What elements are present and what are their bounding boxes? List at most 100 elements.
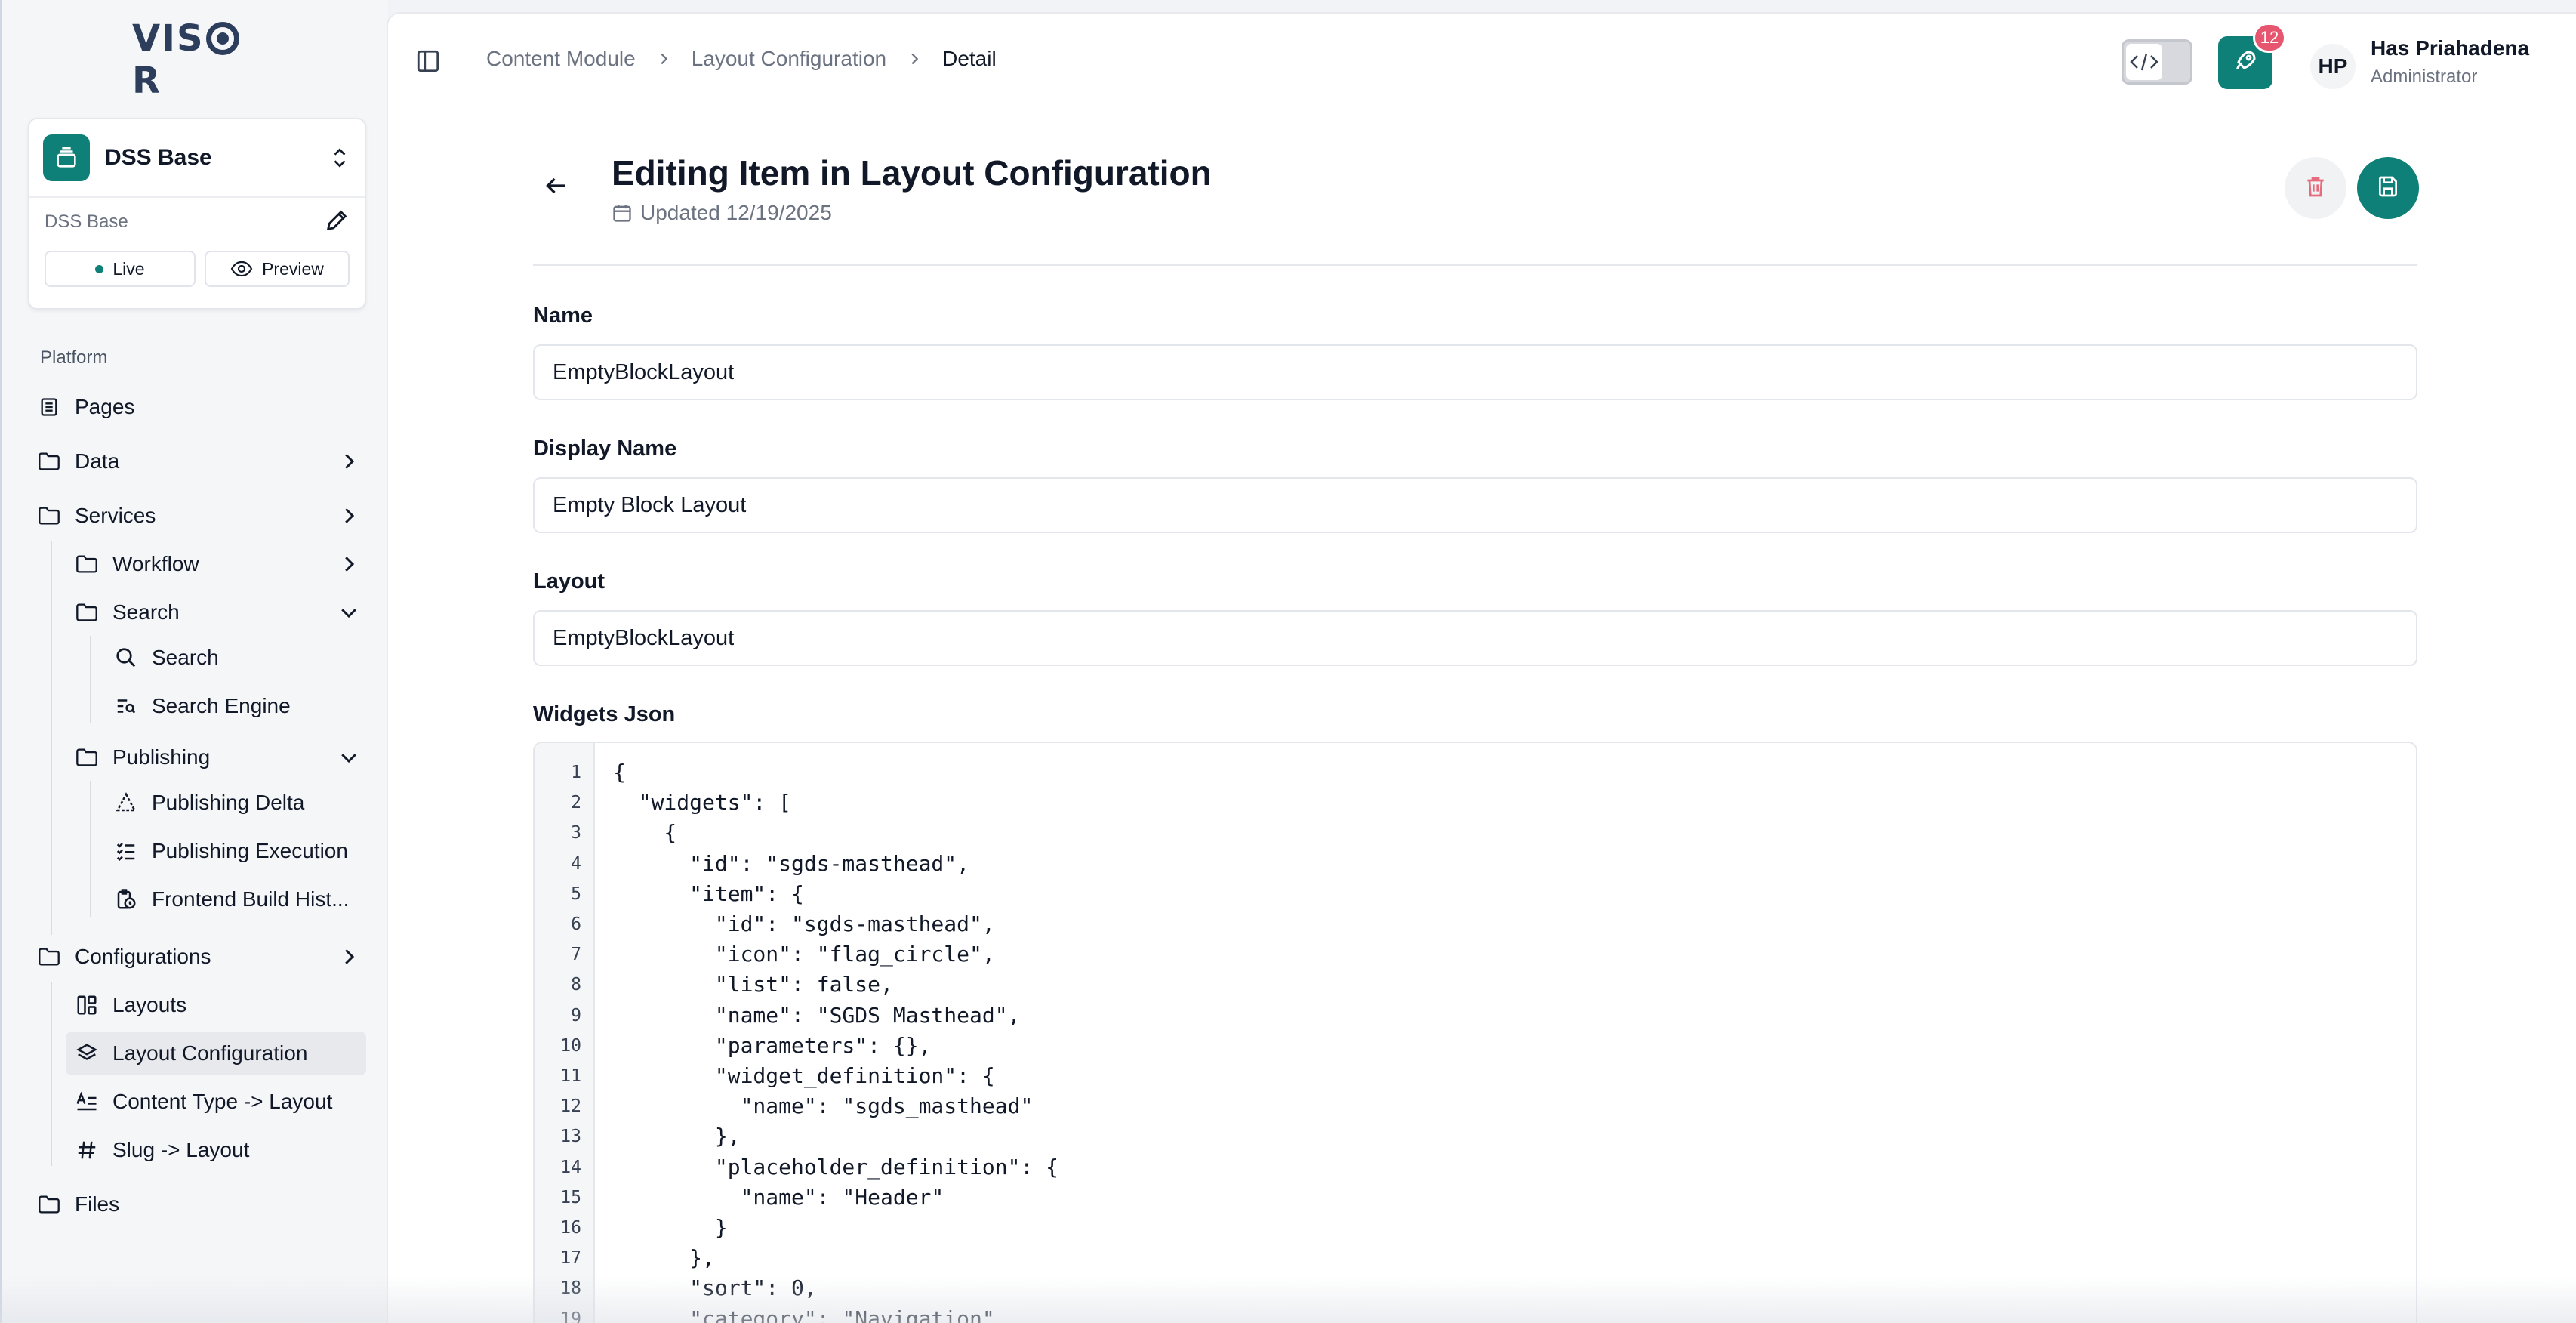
line-number: 2 bbox=[571, 793, 581, 813]
calendar-icon bbox=[612, 202, 633, 224]
code-line: "category": "Navigation", bbox=[613, 1306, 1008, 1323]
section-label-platform: Platform bbox=[40, 347, 108, 368]
display-name-input[interactable]: Empty Block Layout bbox=[533, 477, 2417, 533]
back-arrow-icon[interactable] bbox=[542, 172, 572, 202]
tree-line bbox=[90, 636, 91, 723]
top-bar: Content Module Layout Configuration Deta… bbox=[388, 14, 2576, 110]
chevron-down-icon bbox=[341, 754, 356, 763]
chevron-right-icon bbox=[903, 48, 926, 70]
rocket-icon bbox=[2232, 48, 2259, 79]
sidebar-item-label: Search bbox=[112, 600, 180, 624]
sidebar-item-layouts[interactable]: Layouts bbox=[75, 983, 369, 1027]
tree-line bbox=[90, 781, 91, 917]
code-view-toggle[interactable] bbox=[2122, 39, 2192, 85]
folder-icon bbox=[75, 745, 99, 769]
sidebar-item-publishing-delta[interactable]: Publishing Delta bbox=[114, 781, 369, 825]
sidebar-item-search[interactable]: Search bbox=[114, 636, 369, 680]
sidebar-item-label: Data bbox=[75, 449, 120, 473]
line-number: 15 bbox=[560, 1187, 581, 1207]
sidebar-item-services[interactable]: Services bbox=[37, 494, 369, 538]
sidebar-item-label: Layout Configuration bbox=[112, 1041, 308, 1065]
code-line: "name": "SGDS Masthead", bbox=[613, 1002, 1021, 1028]
sidebar-item-slug-layout[interactable]: Slug -> Layout bbox=[75, 1128, 369, 1172]
user-name[interactable]: Has Priahadena bbox=[2371, 36, 2529, 60]
sidebar-item-configurations[interactable]: Configurations bbox=[37, 935, 369, 979]
line-number: 4 bbox=[571, 853, 581, 874]
save-icon bbox=[2376, 174, 2400, 202]
name-input[interactable]: EmptyBlockLayout bbox=[533, 344, 2417, 400]
tree-line bbox=[51, 982, 52, 1166]
save-button[interactable] bbox=[2357, 157, 2419, 219]
sidebar-item-search-engine[interactable]: Search Engine bbox=[114, 684, 369, 728]
sidebar-item-label: Content Type -> Layout bbox=[112, 1090, 333, 1113]
code-line: "widget_definition": { bbox=[613, 1063, 995, 1088]
widgets-json-label: Widgets Json bbox=[533, 702, 676, 726]
site-switcher[interactable]: DSS Base bbox=[29, 119, 365, 198]
sidebar-item-publishing-execution[interactable]: Publishing Execution bbox=[114, 829, 369, 873]
user-role: Administrator bbox=[2371, 66, 2478, 87]
code-line: "placeholder_definition": { bbox=[613, 1154, 1059, 1180]
chevron-right-icon bbox=[652, 48, 675, 70]
avatar[interactable]: HP bbox=[2310, 44, 2356, 89]
visor-logo[interactable]: VISR bbox=[132, 17, 265, 102]
sidebar-item-content-type-layout[interactable]: Content Type -> Layout bbox=[75, 1080, 369, 1124]
display-name-label: Display Name bbox=[533, 436, 677, 461]
sidebar-item-publishing[interactable]: Publishing bbox=[75, 736, 369, 779]
line-number: 6 bbox=[571, 914, 581, 934]
sidebar-item-label: Slug -> Layout bbox=[112, 1138, 250, 1161]
sidebar-toggle-icon[interactable] bbox=[415, 48, 442, 76]
delete-button[interactable] bbox=[2285, 157, 2346, 219]
edit-pencil-icon[interactable] bbox=[324, 208, 350, 237]
line-number: 10 bbox=[560, 1035, 581, 1056]
divider bbox=[533, 264, 2417, 266]
folder-icon bbox=[37, 504, 61, 528]
page-title: Editing Item in Layout Configuration bbox=[612, 153, 1212, 193]
preview-button[interactable]: Preview bbox=[205, 251, 350, 287]
breadcrumb-detail: Detail bbox=[942, 47, 997, 70]
code-line: "id": "sgds-masthead", bbox=[613, 850, 970, 876]
breadcrumb-layout-configuration[interactable]: Layout Configuration bbox=[692, 47, 886, 71]
code-line: "icon": "flag_circle", bbox=[613, 942, 995, 967]
live-dot-icon bbox=[95, 264, 104, 273]
sidebar-item-label: Services bbox=[75, 504, 156, 527]
code-line: { bbox=[613, 760, 626, 785]
breadcrumb: Content Module Layout Configuration Deta… bbox=[486, 47, 997, 71]
sidebar-item-files[interactable]: Files bbox=[37, 1183, 369, 1226]
chevron-right-icon bbox=[345, 508, 355, 523]
layout-label: Layout bbox=[533, 569, 605, 594]
code-line: "id": "sgds-masthead", bbox=[613, 911, 995, 936]
sidebar-item-label: Publishing Delta bbox=[152, 791, 305, 814]
code-line: "name": "sgds_masthead" bbox=[613, 1093, 1034, 1119]
code-line: { bbox=[613, 820, 677, 846]
pages-icon bbox=[37, 395, 61, 419]
sidebar: VISR DSS Base DSS Base Live Preview Plat… bbox=[0, 0, 388, 1323]
sidebar-item-frontend-build-history[interactable]: Frontend Build Hist... bbox=[114, 877, 369, 921]
breadcrumb-content-module[interactable]: Content Module bbox=[486, 47, 636, 71]
sidebar-item-search-group[interactable]: Search bbox=[75, 591, 369, 634]
line-number: 14 bbox=[560, 1157, 581, 1177]
chevron-down-icon bbox=[341, 609, 356, 618]
live-button[interactable]: Live bbox=[45, 251, 196, 287]
line-number-gutter: 1 2 3 4 5 6 7 8 9 10 11 12 13 14 15 16 17 18 19 bbox=[535, 743, 595, 1323]
line-number: 3 bbox=[571, 823, 581, 843]
sidebar-item-label: Search Engine bbox=[152, 694, 291, 717]
widgets-json-editor[interactable]: 1 2 3 4 5 6 7 8 9 10 11 12 13 14 15 16 17 18 19 { "widgets… bbox=[533, 742, 2417, 1323]
sidebar-item-workflow[interactable]: Workflow bbox=[75, 542, 369, 586]
code-line: "list": false, bbox=[613, 972, 893, 998]
sidebar-item-label: Search bbox=[152, 646, 219, 669]
line-number: 12 bbox=[560, 1096, 581, 1117]
updated-text: Updated 12/19/2025 bbox=[640, 201, 832, 224]
layout-input[interactable]: EmptyBlockLayout bbox=[533, 610, 2417, 666]
sidebar-item-label: Publishing Execution bbox=[152, 839, 348, 862]
search-engine-icon bbox=[114, 694, 138, 718]
line-number: 5 bbox=[571, 884, 581, 904]
sidebar-item-data[interactable]: Data bbox=[37, 439, 369, 483]
sidebar-item-pages[interactable]: Pages bbox=[37, 385, 369, 429]
chevron-up-down-icon bbox=[328, 143, 351, 173]
sidebar-item-label: Frontend Build Hist... bbox=[152, 887, 350, 911]
sidebar-item-layout-configuration[interactable]: Layout Configuration bbox=[66, 1032, 366, 1075]
line-number: 1 bbox=[571, 763, 581, 782]
sidebar-item-label: Publishing bbox=[112, 745, 211, 769]
folder-icon bbox=[75, 600, 99, 624]
preview-label: Preview bbox=[262, 258, 324, 279]
